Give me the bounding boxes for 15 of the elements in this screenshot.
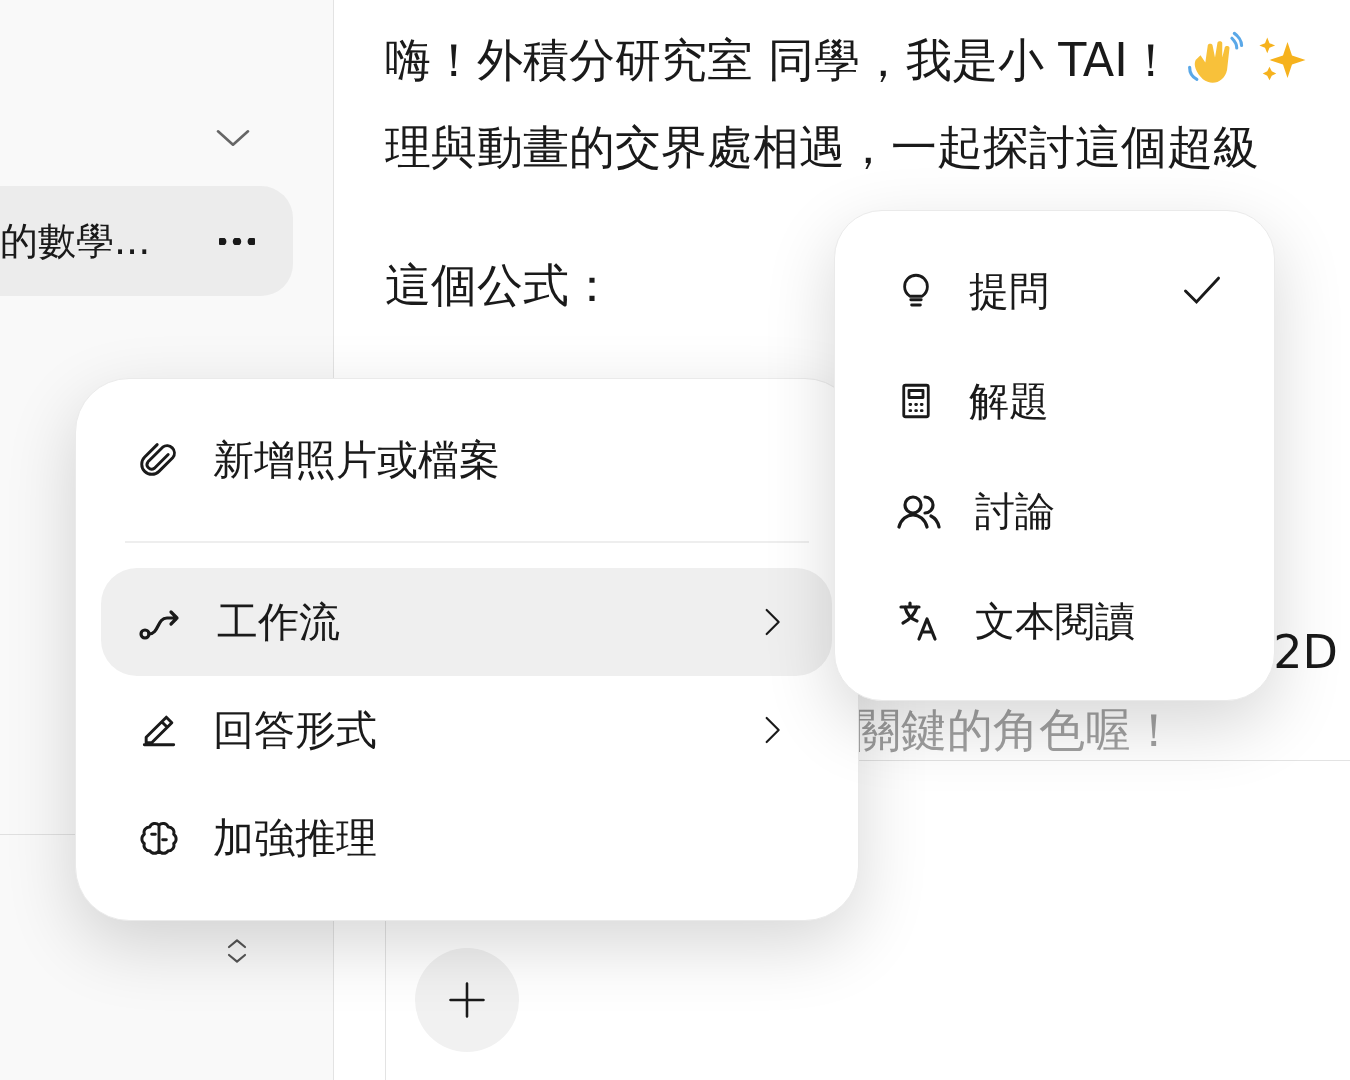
menu-item[interactable]: 解題 — [835, 346, 1274, 456]
menu-item[interactable]: 新增照片或檔案 — [101, 405, 832, 515]
menu-item[interactable]: 提問 — [835, 236, 1274, 346]
message-text: 理與動畫的交界處相遇，一起探討這個超級 — [385, 119, 1259, 176]
menu-item[interactable]: 工作流 — [101, 568, 832, 676]
menu-item[interactable]: 文本閱讀 — [835, 566, 1274, 676]
message-text: 這個公式： — [385, 257, 615, 314]
conversation-item[interactable]: 的數學... — [0, 186, 293, 296]
message-text: 嗨！外積分研究室 同學，我是小 TAI！ — [385, 32, 1174, 89]
conversation-title: 的數學... — [0, 217, 151, 265]
menu-item[interactable]: 回答形式 — [101, 676, 832, 784]
menu-item[interactable]: 討論 — [835, 456, 1274, 566]
message-text: 2D — [1273, 627, 1338, 677]
menu-item[interactable]: 加強推理 — [101, 784, 832, 892]
more-icon — [219, 237, 255, 245]
